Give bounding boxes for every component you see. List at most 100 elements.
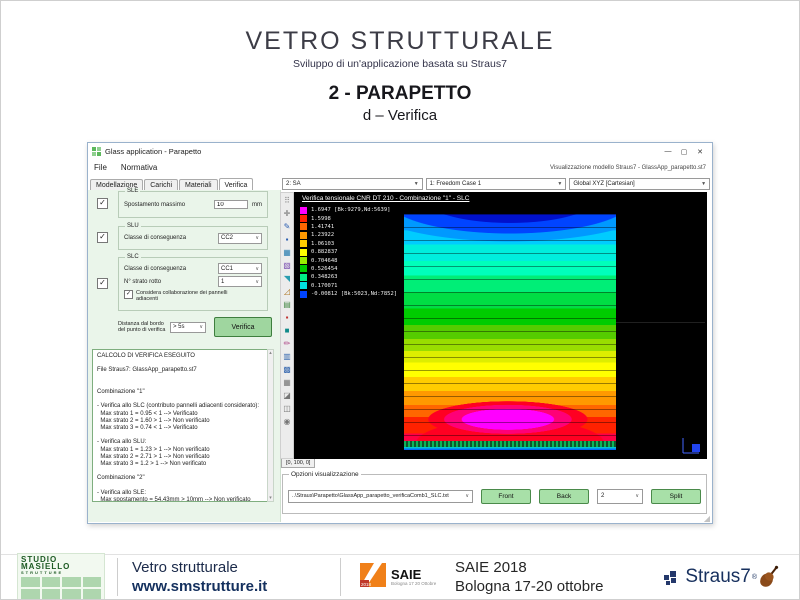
slc-collab-checkbox[interactable] — [124, 290, 133, 299]
drag-handle-icon[interactable]: ⠿ — [281, 194, 293, 207]
select-icon[interactable]: ✛ — [281, 207, 293, 220]
slu-label: Classe di conseguenza — [124, 235, 218, 241]
slc-collab-label: Considera collaborazione dei pannelli ad… — [136, 290, 246, 302]
chart-icon[interactable]: ◪ — [281, 389, 293, 402]
split-button[interactable]: Split — [651, 489, 701, 504]
status-tab[interactable]: [0, 100, 0] — [281, 459, 315, 468]
slc-checkbox[interactable] — [97, 278, 108, 289]
distanza-value: > 5s — [173, 324, 185, 330]
close-button[interactable]: ✕ — [692, 148, 708, 156]
model-canvas[interactable]: Verifica tensionale CNR DT 210 - Combina… — [294, 192, 707, 459]
legend-row: 1.5998 — [300, 214, 397, 222]
slide-section: 2 - PARAPETTO — [1, 83, 799, 105]
options-group-title: Opzioni visualizzazione — [289, 471, 361, 478]
scroll-up-icon[interactable]: ▴ — [268, 350, 273, 356]
freedom-case-select[interactable]: 1: Freedom Case 1 ▼ — [426, 178, 567, 190]
resize-grip[interactable]: ◢ — [704, 514, 710, 523]
chevron-down-icon: ∨ — [199, 324, 203, 330]
contour-lines — [404, 214, 616, 450]
slc-class-select[interactable]: CC1 ∨ — [218, 263, 262, 274]
legend-row: 1.6947 [Bk:9279,Nd:5639] — [300, 206, 397, 214]
legend-row: 1.06103 — [300, 240, 397, 248]
coord-system-select[interactable]: Global XYZ [Cartesian] ▼ — [569, 178, 710, 190]
measure-icon[interactable]: ◿ — [281, 285, 293, 298]
output-scrollbar[interactable]: ▴▾ — [267, 349, 274, 502]
legend-label: 0.704648 — [311, 258, 338, 264]
chevron-down-icon: ∨ — [465, 493, 469, 499]
zoom-icon[interactable]: ◉ — [281, 415, 293, 428]
footer-website-link[interactable]: www.smstrutture.it — [132, 577, 328, 596]
legend-label: 0.170071 — [311, 283, 338, 289]
result-file-path: ..\Straus\Parapetto\GlassApp_parapetto_v… — [292, 493, 449, 499]
legend-swatch-icon — [300, 232, 307, 239]
logo-grid — [21, 577, 101, 599]
back-button[interactable]: Back — [539, 489, 589, 504]
app-icon — [92, 147, 101, 156]
straus7-pixel-icon — [663, 567, 683, 587]
sle-unit: mm — [252, 202, 262, 208]
sle-checkbox[interactable] — [97, 198, 108, 209]
slide-footer: STUDIO MASIELLO STRUTTURE Vetro struttur… — [1, 554, 799, 599]
result-file-select[interactable]: ..\Straus\Parapetto\GlassApp_parapetto_v… — [288, 490, 473, 503]
plot-title: Verifica tensionale CNR DT 210 - Combina… — [302, 195, 469, 202]
window-titlebar[interactable]: Glass application - Parapetto — ▢ ✕ — [88, 143, 712, 160]
contour-icon[interactable]: ▩ — [281, 363, 293, 376]
solid-icon[interactable]: ■ — [281, 324, 293, 337]
verifica-output[interactable]: CALCOLO DI VERIFICA ESEGUITO File Straus… — [92, 349, 274, 502]
footer-saie-dates: Bologna 17-20 ottobre — [455, 577, 603, 596]
tab-materiali[interactable]: Materiali — [179, 179, 217, 190]
viewer-status-row: [0, 100, 0] — [280, 459, 712, 469]
saie-text-block: SAIE 2018 Bologna 17-20 ottobre — [455, 558, 603, 596]
distanza-select[interactable]: > 5s ∨ — [170, 322, 206, 333]
tab-strip: Modellazione Carichi Materiali Verifica — [90, 175, 280, 190]
maximize-button[interactable]: ▢ — [676, 148, 692, 156]
minimize-button[interactable]: — — [660, 148, 676, 156]
sle-value-input[interactable] — [214, 200, 248, 209]
tab-carichi[interactable]: Carichi — [144, 179, 178, 190]
verifica-panel: SLE Spostamento massimo mm SLU Classe di… — [88, 190, 281, 522]
scroll-down-icon[interactable]: ▾ — [268, 495, 273, 501]
viewer-header-label: Visualizzazione modello Straus7 - GlassA… — [550, 165, 706, 171]
front-button[interactable]: Front — [481, 489, 531, 504]
slc-class-value: CC1 — [221, 266, 233, 272]
result-case-select[interactable]: 2: SA ▼ — [282, 178, 423, 190]
slu-class-value: CC2 — [221, 235, 233, 241]
tab-verifica[interactable]: Verifica — [219, 178, 254, 190]
node-icon[interactable]: ▪ — [281, 233, 293, 246]
mesh-strip — [404, 441, 616, 450]
slc-strato-select[interactable]: 1 ∨ — [218, 276, 262, 287]
slide: VETRO STRUTTURALE Sviluppo di un'applica… — [0, 0, 800, 600]
slide-header: VETRO STRUTTURALE Sviluppo di un'applica… — [1, 27, 799, 124]
menu-file[interactable]: File — [94, 163, 107, 172]
plate-icon[interactable]: ▦ — [281, 246, 293, 259]
slide-title: VETRO STRUTTURALE — [1, 27, 799, 56]
beam-icon[interactable]: ◥ — [281, 272, 293, 285]
pencil-icon[interactable]: ✎ — [281, 220, 293, 233]
contour-legend: 1.6947 [Bk:9279,Nd:5639]1.59981.417411.2… — [300, 206, 397, 298]
image-icon[interactable]: ▤ — [281, 298, 293, 311]
cube-icon[interactable]: ◫ — [281, 402, 293, 415]
slu-class-select[interactable]: CC2 ∨ — [218, 233, 262, 244]
legend-swatch-icon — [300, 282, 307, 289]
legend-label: 1.41741 — [311, 224, 334, 230]
window-title: Glass application - Parapetto — [105, 147, 201, 156]
slu-group: SLU Classe di conseguenza CC2 ∨ — [118, 226, 268, 250]
legend-swatch-icon — [300, 274, 307, 281]
layers-icon[interactable]: ▥ — [281, 350, 293, 363]
verifica-button[interactable]: Verifica — [214, 317, 272, 337]
slide-subtitle: Sviluppo di un'applicazione basata su St… — [1, 58, 799, 70]
slc-strato-label: N° strato rotto — [124, 279, 218, 285]
copies-select[interactable]: 2 ∨ — [597, 489, 643, 504]
sle-group-title: SLE — [125, 188, 140, 195]
grid-icon[interactable]: ▦ — [281, 376, 293, 389]
legend-swatch-icon — [300, 257, 307, 264]
chevron-down-icon: ∨ — [255, 235, 259, 241]
brick-icon[interactable]: ▧ — [281, 259, 293, 272]
menu-normativa[interactable]: Normativa — [121, 163, 157, 172]
marker-icon[interactable]: ▪ — [281, 311, 293, 324]
vetro-text-block: Vetro strutturale www.smstrutture.it — [132, 558, 328, 596]
slu-checkbox[interactable] — [97, 232, 108, 243]
brush-icon[interactable]: ✏ — [281, 337, 293, 350]
slc-group-title: SLC — [125, 254, 141, 261]
saie-logo-caption: Bologna 17 20 Ottobre — [391, 581, 436, 586]
